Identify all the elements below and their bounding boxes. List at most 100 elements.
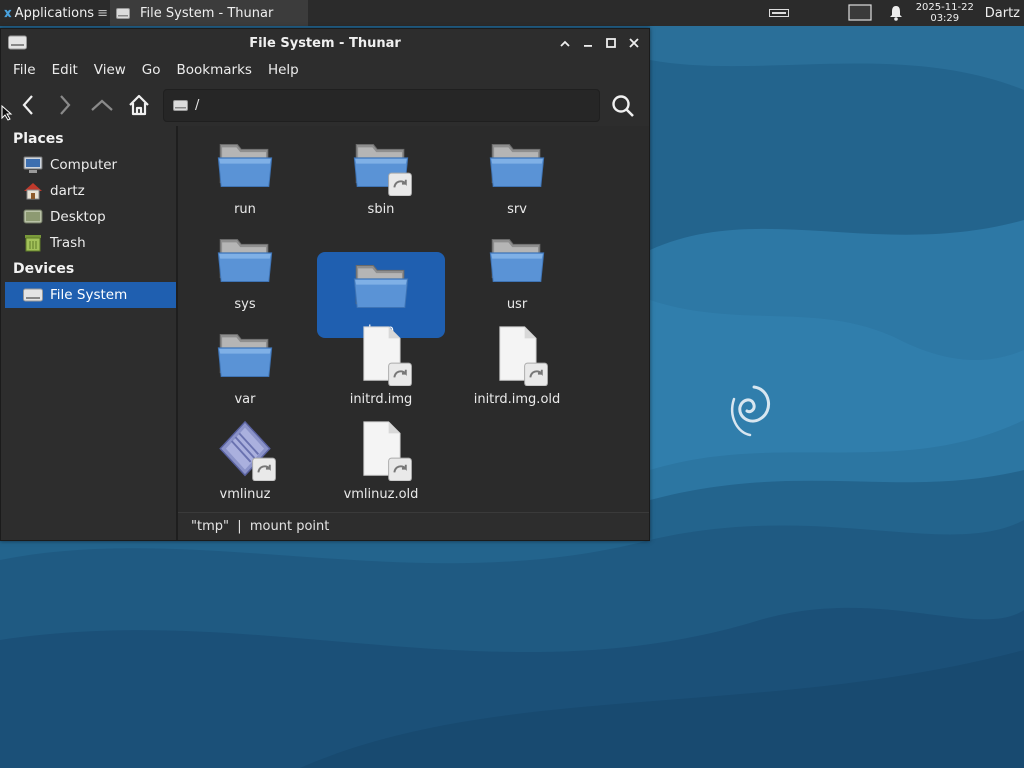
clock-date: 2025-11-22: [915, 2, 974, 13]
close-button[interactable]: [622, 33, 645, 53]
file-item-run[interactable]: run: [181, 131, 309, 217]
desktop-icon: [23, 208, 43, 226]
home-button[interactable]: [120, 87, 157, 123]
file-item-usr[interactable]: usr: [453, 226, 581, 312]
location-bar[interactable]: /: [163, 89, 600, 122]
shade-button[interactable]: [553, 33, 576, 53]
clock[interactable]: 2025-11-22 03:29: [911, 2, 979, 24]
location-path: /: [195, 98, 200, 113]
mouse-cursor-icon: [1, 104, 13, 121]
file-view[interactable]: run sbin srv sys tmp usr var initrd.i: [178, 126, 649, 512]
file-item-sys[interactable]: sys: [181, 226, 309, 312]
sidebar-item-home[interactable]: dartz: [1, 178, 176, 204]
toolbar: /: [1, 83, 649, 127]
file-item-vmlinuz-old[interactable]: vmlinuz.old: [317, 416, 445, 502]
drive-icon: [173, 100, 188, 111]
monitor-icon: [848, 4, 872, 21]
drive-icon: [23, 286, 43, 304]
folder-icon: [353, 265, 409, 308]
user-menu[interactable]: Dartz: [979, 6, 1024, 21]
file-item-vmlinuz[interactable]: vmlinuz: [181, 416, 309, 502]
file-name: initrd.img: [349, 392, 413, 407]
minimize-icon: [583, 45, 592, 47]
computer-icon: [23, 156, 43, 174]
file-item-initrd-img[interactable]: initrd.img: [317, 321, 445, 407]
applications-menu-button[interactable]: Applications ≡: [0, 0, 110, 26]
menu-bookmarks[interactable]: Bookmarks: [169, 62, 260, 78]
file-name: var: [234, 392, 256, 407]
status-bar: "tmp" | mount point: [178, 512, 649, 540]
file-item-srv[interactable]: srv: [453, 131, 581, 217]
folder-icon: [489, 144, 545, 187]
file-name: sbin: [367, 202, 395, 217]
close-icon: [628, 38, 639, 48]
maximize-icon: [605, 38, 616, 48]
folder-icon: [489, 239, 545, 282]
home-icon: [128, 94, 149, 116]
chevron-up-icon: [90, 99, 113, 111]
drive-icon: [116, 7, 130, 19]
chevron-left-icon: [22, 95, 33, 115]
sidebar-item-desktop[interactable]: Desktop: [1, 204, 176, 230]
minimize-button[interactable]: [576, 33, 599, 53]
menu-file[interactable]: File: [5, 62, 44, 78]
home-icon: [23, 182, 43, 200]
sidebar-item-label: Computer: [50, 157, 118, 173]
applications-label: Applications: [14, 5, 95, 21]
forward-button[interactable]: [46, 87, 83, 123]
clock-time: 03:29: [930, 13, 960, 24]
sidebar-item-file-system[interactable]: File System: [5, 282, 176, 308]
file-link-icon: [363, 421, 413, 481]
up-button[interactable]: [83, 87, 120, 123]
sidebar-item-label: File System: [50, 287, 128, 303]
display-indicator[interactable]: [839, 0, 881, 26]
title-bar[interactable]: File System - Thunar: [1, 29, 649, 57]
chevron-right-icon: [59, 95, 70, 115]
file-name: srv: [507, 202, 527, 217]
file-name: sys: [234, 297, 256, 312]
file-name: run: [234, 202, 256, 217]
folder-icon: [217, 334, 273, 377]
notifications-button[interactable]: [881, 0, 911, 26]
sidebar-item-computer[interactable]: Computer: [1, 152, 176, 178]
search-button[interactable]: [604, 88, 641, 124]
file-link-icon: [363, 326, 413, 386]
menu-edit[interactable]: Edit: [44, 62, 86, 78]
xfce-mouse-icon: [4, 9, 12, 17]
bell-icon: [889, 6, 902, 21]
devices-header: Devices: [13, 261, 75, 277]
top-panel: Applications ≡ File System - Thunar 2025…: [0, 0, 1024, 26]
folder-icon: [217, 144, 273, 187]
sidebar: Places Computer dartz Desktop Trash Devi: [1, 126, 176, 540]
search-icon: [611, 95, 634, 117]
folder-icon: [217, 239, 273, 282]
file-item-sbin[interactable]: sbin: [317, 131, 445, 217]
thunar-window: File System - Thunar File Edit View Go B…: [0, 28, 650, 541]
file-name: vmlinuz.old: [343, 487, 419, 502]
taskbar-window-title: File System - Thunar: [140, 5, 274, 21]
taskbar-window-button[interactable]: File System - Thunar: [110, 0, 308, 26]
file-item-var[interactable]: var: [181, 321, 309, 407]
keyboard-layout-indicator[interactable]: [755, 0, 803, 26]
file-name: vmlinuz: [219, 487, 271, 502]
folder-link-icon: [353, 144, 413, 196]
menu-separator-icon: ≡: [97, 5, 108, 21]
maximize-button[interactable]: [599, 33, 622, 53]
file-name: usr: [506, 297, 528, 312]
trash-icon: [23, 234, 43, 252]
menu-help[interactable]: Help: [260, 62, 307, 78]
sidebar-item-label: dartz: [50, 183, 85, 199]
file-name: initrd.img.old: [473, 392, 561, 407]
status-text: "tmp" | mount point: [191, 519, 330, 534]
menu-go[interactable]: Go: [134, 62, 169, 78]
menu-view[interactable]: View: [86, 62, 134, 78]
file-link-icon: [499, 326, 549, 386]
chevron-up-icon: [559, 40, 570, 47]
sidebar-item-label: Trash: [50, 235, 86, 251]
kernel-link-icon: [219, 420, 277, 481]
window-title: File System - Thunar: [249, 35, 401, 51]
sidebar-item-trash[interactable]: Trash: [1, 230, 176, 256]
sidebar-item-label: Desktop: [50, 209, 106, 225]
file-item-initrd-img-old[interactable]: initrd.img.old: [453, 321, 581, 407]
menu-bar: File Edit View Go Bookmarks Help: [1, 57, 649, 83]
